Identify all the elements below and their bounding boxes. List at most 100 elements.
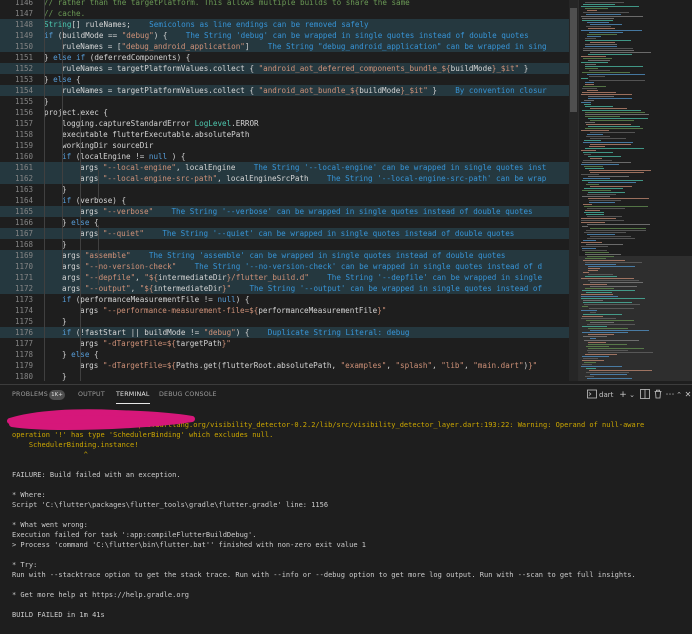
terminal-line: Run with --stacktrace option to get the … [12, 571, 636, 579]
minimap-code-stroke [585, 68, 598, 69]
minimap-code-stroke [581, 222, 605, 223]
code-line[interactable]: 1180} [0, 371, 578, 381]
minimap-code-stroke [586, 244, 623, 245]
minimap-code-stroke [588, 342, 606, 343]
code-line[interactable]: 1167 args "--quiet" The String '--quiet' … [0, 228, 578, 239]
minimap-code-stroke [582, 180, 643, 181]
code-line[interactable]: 1157 logging.captureStandardError LogLeve… [0, 118, 578, 129]
editor-scrollbar-thumb[interactable] [570, 8, 577, 112]
minimap-code-stroke [590, 132, 635, 133]
code-line[interactable]: 1179 args "-dTargetFile=${Paths.get(flutt… [0, 360, 578, 371]
minimap-code-stroke [585, 254, 621, 255]
split-terminal-icon[interactable] [639, 389, 651, 401]
code-text: } else if (deferredComponents) { [44, 53, 191, 62]
code-line[interactable]: 1173 if (performanceMeasurementFile != nu… [0, 294, 578, 305]
code-line[interactable]: 1146 // rather than the targetPlatform. T… [0, 0, 578, 8]
code-line[interactable]: 1175} [0, 316, 578, 327]
code-line[interactable]: 1149 if (buildMode == "debug") { The Stri… [0, 30, 578, 41]
line-number: 1149 [14, 31, 33, 40]
minimap-code-stroke [585, 128, 643, 129]
terminal-selector[interactable]: dart [599, 389, 615, 401]
line-number: 1176 [14, 328, 33, 337]
code-line[interactable]: 1170 args "--no-version-check" The String… [0, 261, 578, 272]
code-line[interactable]: 1177 args "-dTargetFile=${targetPath}" [0, 338, 578, 349]
minimap-code-stroke [583, 358, 598, 359]
code-editor[interactable]: 1146 // rather than the targetPlatform. T… [0, 0, 578, 381]
line-number: 1146 [14, 0, 33, 7]
code-line[interactable]: 1158 executable flutterExecutable.absolut… [0, 129, 578, 140]
minimap-code-stroke [588, 198, 649, 199]
code-text: String[] ruleNames; Semicolons as line e… [44, 20, 369, 29]
minimap-code-stroke [587, 216, 622, 217]
code-line[interactable]: 1150 ruleNames = ["debug_android_applicat… [0, 41, 578, 52]
indent-guide [98, 170, 99, 200]
code-line[interactable]: 1178} else { [0, 349, 578, 360]
tab-debug-console[interactable]: DEBUG CONSOLE [159, 385, 217, 405]
line-number: 1154 [14, 86, 33, 95]
code-line[interactable]: 1164 if (verbose) { [0, 195, 578, 206]
code-line[interactable]: 1169 args "assemble" The String 'assemble… [0, 250, 578, 261]
code-text: args "--local-engine", localEngine The S… [80, 163, 547, 172]
code-line[interactable]: 1162 args "--local-engine-src-path", loca… [0, 173, 578, 184]
line-number: 1171 [14, 273, 33, 282]
code-line[interactable]: 1159 workingDir sourceDir [0, 140, 578, 151]
minimap-code-stroke [581, 296, 618, 297]
minimap-code-stroke [585, 276, 617, 277]
code-line[interactable]: 1168} [0, 239, 578, 250]
minimap-code-stroke [587, 22, 609, 23]
minimap-code-stroke [581, 218, 616, 219]
minimap-code-stroke [588, 182, 636, 183]
code-line[interactable]: 1161 args "--local-engine", localEngine T… [0, 162, 578, 173]
minimap-code-stroke [587, 74, 645, 75]
code-line[interactable]: 1153} else { [0, 74, 578, 85]
code-text: logging.captureStandardError LogLevel.ER… [62, 119, 259, 128]
line-number: 1165 [14, 207, 33, 216]
code-text: args "--no-version-check" The String '--… [62, 262, 543, 271]
minimap-code-stroke [589, 170, 651, 171]
chevron-down-icon[interactable]: ⌄ [626, 389, 638, 401]
minimap-code-stroke [587, 350, 628, 351]
tab-terminal[interactable]: TERMINAL [116, 385, 150, 404]
minimap-code-stroke [581, 242, 602, 243]
minimap-code-stroke [583, 142, 633, 143]
minimap-code-stroke [582, 360, 604, 361]
tab-output[interactable]: OUTPUT [78, 385, 105, 405]
code-line[interactable]: 1174 args "--performance-measurement-file… [0, 305, 578, 316]
code-line[interactable]: 1148 String[] ruleNames; Semicolons as li… [0, 19, 578, 30]
tab-problems[interactable]: PROBLEMS [12, 385, 48, 405]
minimap-code-stroke [581, 278, 634, 279]
code-line[interactable]: 1172 args "--output", "${intermediateDir}… [0, 283, 578, 294]
minimap-code-stroke [584, 362, 596, 363]
code-line[interactable]: 1151} else if (deferredComponents) { [0, 52, 578, 63]
close-icon[interactable]: ✕ [682, 389, 692, 401]
minimap-code-stroke [585, 64, 596, 65]
minimap-code-stroke [588, 280, 639, 281]
code-line[interactable]: 1155} [0, 96, 578, 107]
code-text: args "--verbose" The String '--verbose' … [80, 207, 533, 216]
code-text: if (buildMode == "debug") { The String '… [44, 31, 529, 40]
minimap-code-stroke [587, 256, 614, 257]
code-line[interactable]: 1165 args "--verbose" The String '--verbo… [0, 206, 578, 217]
code-line[interactable]: 1156 project.exec { [0, 107, 578, 118]
trash-icon[interactable] [652, 389, 664, 401]
code-line[interactable]: 1154 ruleNames = targetPlatformValues.col… [0, 85, 578, 96]
minimap-code-stroke [583, 300, 603, 301]
minimap[interactable] [578, 0, 692, 381]
minimap-code-stroke [590, 108, 627, 109]
minimap-code-stroke [584, 304, 640, 305]
minimap-code-stroke [590, 24, 622, 25]
code-line[interactable]: 1171 args "--depfile", "${intermediateDir… [0, 272, 578, 283]
line-number: 1164 [14, 196, 33, 205]
code-line[interactable]: 1152 ruleNames = targetPlatformValues.col… [0, 63, 578, 74]
minimap-code-stroke [585, 116, 620, 117]
code-line[interactable]: 1163} [0, 184, 578, 195]
minimap-code-stroke [590, 282, 643, 283]
code-line[interactable]: 1166} else { [0, 217, 578, 228]
code-line[interactable]: 1160 if (localEngine != null ) { [0, 151, 578, 162]
code-line[interactable]: 1176 if (!fastStart || buildMode != "debu… [0, 327, 578, 338]
minimap-code-stroke [588, 274, 613, 275]
minimap-code-stroke [586, 230, 646, 231]
minimap-code-stroke [585, 376, 594, 377]
minimap-code-stroke [587, 10, 597, 11]
code-line[interactable]: 1147 // cache. [0, 8, 578, 19]
